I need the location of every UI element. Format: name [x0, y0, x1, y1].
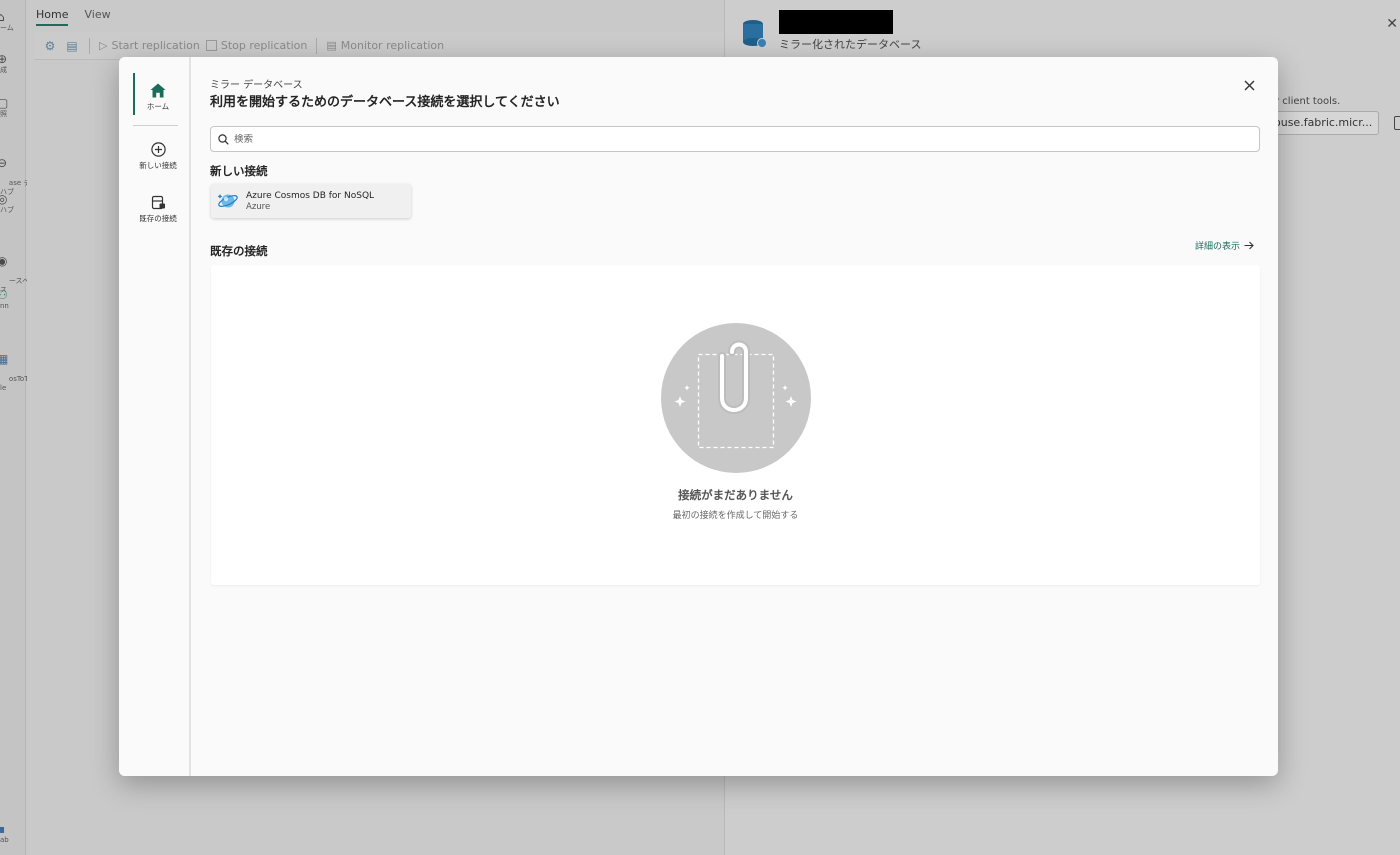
- new-connections-heading: 新しい接続: [210, 164, 268, 178]
- close-button[interactable]: [1240, 76, 1258, 94]
- nav-people-label: nn: [0, 302, 9, 310]
- arrow-right-icon: [1244, 241, 1254, 250]
- sidebar-item-existing-connection[interactable]: 既存の接続: [133, 195, 183, 224]
- ribbon-toolbar: ⚙ ▤ ▷ Start replication Stop replication…: [34, 32, 724, 60]
- select-connection-dialog: ホーム 新しい接続 既存の接続 ミラー データベース 利用を開始するためのデータ…: [119, 57, 1278, 776]
- toolbar-divider: [89, 37, 90, 54]
- nav-create-label: 成: [0, 66, 7, 74]
- nav-db-label: ab: [0, 836, 9, 844]
- pane-close-icon[interactable]: ✕: [1386, 16, 1398, 32]
- nav-hub[interactable]: ◎ ハブ: [0, 192, 26, 215]
- nav-create[interactable]: ⊕ 成: [0, 52, 26, 75]
- db-icon: ▪: [0, 822, 6, 836]
- nav-hub-label: ハブ: [0, 206, 14, 214]
- database-icon: [743, 20, 767, 48]
- nav-current-item[interactable]: ▦ osToTa le: [0, 334, 32, 402]
- create-icon: ⊕: [0, 52, 8, 66]
- search-box[interactable]: [210, 126, 1260, 152]
- sidebar-item-label: 既存の接続: [139, 214, 177, 223]
- nav-home-label: ーム: [0, 24, 14, 32]
- home-icon: [150, 83, 166, 98]
- document-icon[interactable]: ▤: [64, 38, 80, 54]
- search-input[interactable]: [234, 133, 1234, 145]
- start-replication-button[interactable]: ▷ Start replication: [99, 39, 200, 52]
- sidebar-item-label: ホーム: [146, 102, 170, 111]
- connection-icon: [151, 195, 165, 210]
- view-details-link[interactable]: 詳細の表示: [1195, 239, 1254, 252]
- tab-view[interactable]: View: [84, 8, 110, 26]
- connection-card-subtitle: Azure: [246, 201, 271, 212]
- copy-icon[interactable]: [1394, 116, 1400, 130]
- empty-state-subtitle: 最初の接続を作成して開始する: [672, 511, 799, 521]
- people-icon: ⚇: [0, 288, 8, 302]
- item-type-label: ミラー化されたデータベース: [779, 38, 922, 51]
- empty-state-title: 接続がまだありません: [678, 488, 793, 502]
- stop-icon: [205, 40, 217, 51]
- monitor-replication-label: Monitor replication: [340, 39, 445, 52]
- monitor-icon: ▤: [326, 39, 337, 52]
- search-icon: [218, 133, 229, 145]
- add-circle-icon: [150, 142, 166, 157]
- nav-home[interactable]: ⌂ ーム: [0, 10, 26, 33]
- left-nav-rail: ⌂ ーム ⊕ 成 ▢ 照 ⊖ ase デ ハブ ◎ ハブ ◉ ースペ ス ⚇ n…: [0, 0, 32, 855]
- dialog-title: 利用を開始するためのデータベース接続を選択してください: [210, 95, 560, 110]
- client-tools-text: r client tools.: [1275, 96, 1341, 107]
- hub-icon: ◎: [0, 192, 8, 206]
- stop-replication-label: Stop replication: [220, 39, 308, 52]
- workspace-icon: ◉: [0, 254, 8, 268]
- connection-card-text: Azure Cosmos DB for NoSQL Azure: [246, 190, 374, 213]
- monitor-replication-button[interactable]: ▤ Monitor replication: [326, 39, 444, 52]
- dialog-subtitle: ミラー データベース: [210, 80, 303, 91]
- dialog-sidebar: ホーム 新しい接続 既存の接続: [119, 57, 191, 776]
- start-replication-label: Start replication: [111, 39, 200, 52]
- browse-icon: ▢: [0, 96, 9, 110]
- cosmos-db-icon: [217, 194, 238, 208]
- datahub-icon: ⊖: [0, 156, 8, 170]
- tab-home[interactable]: Home: [36, 8, 69, 26]
- sidebar-item-new-connection[interactable]: 新しい接続: [133, 142, 183, 171]
- nav-browse[interactable]: ▢ 照: [0, 96, 26, 119]
- ribbon-tabs: Home View: [36, 8, 111, 26]
- settings-icon[interactable]: ⚙: [42, 38, 58, 54]
- toolbar-divider: [316, 37, 318, 54]
- existing-connections-heading: 既存の接続: [210, 244, 268, 258]
- sidebar-item-label: 新しい接続: [139, 161, 177, 170]
- redacted-item-name: [779, 10, 893, 34]
- nav-db[interactable]: ▪ ab: [0, 822, 26, 845]
- item-icon: ▦: [0, 352, 9, 366]
- view-details-label: 詳細の表示: [1195, 242, 1241, 252]
- sql-endpoint-field[interactable]: ouse.fabric.micr...: [1265, 111, 1379, 135]
- sidebar-divider: [133, 125, 178, 126]
- nav-people[interactable]: ⚇ nn: [0, 288, 26, 311]
- connection-card-title: Azure Cosmos DB for NoSQL: [246, 190, 375, 201]
- paperclip-illustration-icon: [661, 323, 811, 473]
- stop-replication-button[interactable]: Stop replication: [205, 39, 308, 52]
- nav-browse-label: 照: [0, 110, 7, 118]
- connection-card-cosmos-db[interactable]: Azure Cosmos DB for NoSQL Azure: [211, 184, 411, 218]
- close-icon: [1244, 80, 1254, 90]
- home-icon: ⌂: [0, 10, 5, 24]
- sidebar-item-home[interactable]: ホーム: [133, 73, 183, 115]
- play-icon: ▷: [99, 39, 108, 52]
- existing-connections-empty-state: 接続がまだありません 最初の接続を作成して開始する: [211, 265, 1260, 585]
